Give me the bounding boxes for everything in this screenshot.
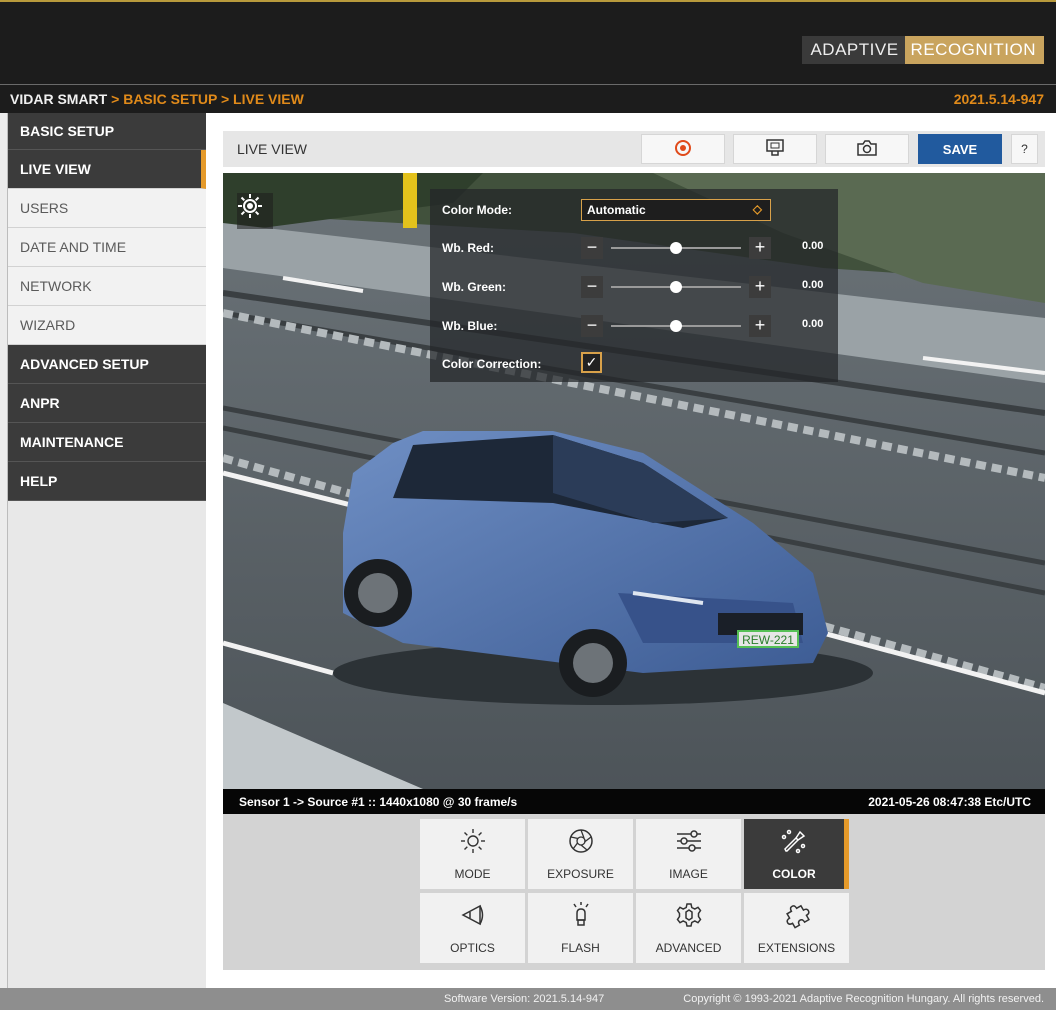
mode-tile-label: MODE xyxy=(454,867,491,881)
mode-tile-label: FLASH xyxy=(561,941,600,955)
mode-tile-label: OPTICS xyxy=(450,941,495,955)
camera-icon xyxy=(856,139,878,160)
wb-red-slider-thumb[interactable] xyxy=(670,242,682,254)
flash-bulb-icon xyxy=(528,901,633,929)
breadcrumb-bar: VIDAR SMART > BASIC SETUP > LIVE VIEW 20… xyxy=(0,84,1056,113)
select-chevron-icon: ◇ xyxy=(752,202,762,216)
save-button[interactable]: SAVE xyxy=(918,134,1002,164)
color-mode-select[interactable]: Automatic ◇ xyxy=(581,199,771,221)
puzzle-icon xyxy=(744,901,849,929)
color-mode-value: Automatic xyxy=(587,203,646,217)
color-picker-icon xyxy=(744,827,844,855)
sidebar-item-date-and-time[interactable]: DATE AND TIME xyxy=(8,228,206,267)
fullscreen-button[interactable] xyxy=(733,134,817,164)
stream-timestamp: 2021-05-26 08:47:38 Etc/UTC xyxy=(868,795,1031,809)
wb-blue-label: Wb. Blue: xyxy=(442,319,498,333)
sidebar-item-anpr[interactable]: ANPR xyxy=(8,384,206,423)
wb-blue-slider-thumb[interactable] xyxy=(670,320,682,332)
breadcrumb-separator: > xyxy=(217,91,234,107)
company-logo: ADAPTIVE RECOGNITION xyxy=(802,36,1044,64)
lens-icon xyxy=(420,901,525,929)
color-correction-label: Color Correction: xyxy=(442,357,542,371)
sliders-icon xyxy=(636,827,741,855)
breadcrumb-root[interactable]: VIDAR SMART xyxy=(10,91,107,107)
breadcrumb-separator: > xyxy=(107,91,124,107)
wb-green-label: Wb. Green: xyxy=(442,280,507,294)
wb-blue-increase-button[interactable]: + xyxy=(749,315,771,337)
license-plate: REW-221 xyxy=(742,633,794,647)
wb-red-decrease-button[interactable]: − xyxy=(581,237,603,259)
sidebar-nav: BASIC SETUP LIVE VIEW USERS DATE AND TIM… xyxy=(7,113,206,988)
snapshot-button[interactable] xyxy=(825,134,909,164)
wb-green-decrease-button[interactable]: − xyxy=(581,276,603,298)
page-title: LIVE VIEW xyxy=(237,141,308,157)
fullscreen-icon xyxy=(764,138,786,161)
record-button[interactable] xyxy=(641,134,725,164)
mode-tile-advanced[interactable]: ADVANCED xyxy=(636,893,741,963)
live-view-toolbar: LIVE VIEW SAVE ? xyxy=(223,131,1045,167)
cog-icon xyxy=(636,901,741,929)
breadcrumb: VIDAR SMART > BASIC SETUP > LIVE VIEW xyxy=(10,91,304,107)
mode-tile-label: IMAGE xyxy=(669,867,708,881)
record-icon xyxy=(674,139,692,160)
mode-tile-label: EXPOSURE xyxy=(547,867,614,881)
mode-tile-optics[interactable]: OPTICS xyxy=(420,893,525,963)
sidebar-item-users[interactable]: USERS xyxy=(8,189,206,228)
sidebar-item-help[interactable]: HELP xyxy=(8,462,206,501)
wb-red-label: Wb. Red: xyxy=(442,241,494,255)
brightness-toggle-button[interactable] xyxy=(237,193,273,229)
stream-status-bar: Sensor 1 -> Source #1 :: 1440x1080 @ 30 … xyxy=(223,789,1045,814)
mode-tile-image[interactable]: IMAGE xyxy=(636,819,741,889)
mode-tile-mode[interactable]: MODE xyxy=(420,819,525,889)
wb-blue-value: 0.00 xyxy=(802,318,824,330)
sidebar-item-wizard[interactable]: WIZARD xyxy=(8,306,206,345)
mode-tile-color[interactable]: COLOR xyxy=(744,819,849,889)
top-header: ADAPTIVE RECOGNITION xyxy=(0,0,1056,84)
wb-red-slider[interactable] xyxy=(611,242,741,254)
breadcrumb-live-view: LIVE VIEW xyxy=(233,91,304,107)
software-version: Software Version: 2021.5.14-947 xyxy=(444,993,605,1005)
logo-text-recognition: RECOGNITION xyxy=(904,36,1044,64)
stream-source-info: Sensor 1 -> Source #1 :: 1440x1080 @ 30 … xyxy=(239,795,518,809)
wb-green-value: 0.00 xyxy=(802,279,824,291)
sidebar-item-live-view[interactable]: LIVE VIEW xyxy=(8,150,206,189)
sidebar-item-maintenance[interactable]: MAINTENANCE xyxy=(8,423,206,462)
wb-green-slider-thumb[interactable] xyxy=(670,281,682,293)
sidebar-item-basic-setup[interactable]: BASIC SETUP xyxy=(8,113,206,150)
wb-blue-decrease-button[interactable]: − xyxy=(581,315,603,337)
wb-blue-slider-row: − + 0.00 xyxy=(581,315,831,337)
firmware-version: 2021.5.14-947 xyxy=(953,91,1044,107)
color-correction-checkbox[interactable]: ✓ xyxy=(581,352,602,373)
copyright-notice: Copyright © 1993-2021 Adaptive Recogniti… xyxy=(683,993,1044,1005)
wb-green-increase-button[interactable]: + xyxy=(749,276,771,298)
wb-green-slider[interactable] xyxy=(611,281,741,293)
checkmark-icon: ✓ xyxy=(585,354,598,370)
wb-green-slider-row: − + 0.00 xyxy=(581,276,831,298)
page-footer: Software Version: 2021.5.14-947 Copyrigh… xyxy=(0,988,1056,1010)
wb-red-value: 0.00 xyxy=(802,240,824,252)
mode-tile-extensions[interactable]: EXTENSIONS xyxy=(744,893,849,963)
sidebar-item-advanced-setup[interactable]: ADVANCED SETUP xyxy=(8,345,206,384)
sun-icon xyxy=(420,827,525,855)
mode-tile-flash[interactable]: FLASH xyxy=(528,893,633,963)
wb-red-increase-button[interactable]: + xyxy=(749,237,771,259)
breadcrumb-basic-setup[interactable]: BASIC SETUP xyxy=(123,91,217,107)
sidebar-item-network[interactable]: NETWORK xyxy=(8,267,206,306)
wb-blue-slider[interactable] xyxy=(611,320,741,332)
mode-tile-label: EXTENSIONS xyxy=(757,941,836,955)
help-button[interactable]: ? xyxy=(1011,134,1038,164)
mode-tile-label: ADVANCED xyxy=(655,941,722,955)
live-camera-view[interactable]: REW-221 Color Mode: Automatic ◇ Wb. Red:… xyxy=(223,173,1045,789)
mode-tile-exposure[interactable]: EXPOSURE xyxy=(528,819,633,889)
mode-tile-label: COLOR xyxy=(772,867,816,881)
logo-text-adaptive: ADAPTIVE xyxy=(802,36,905,64)
settings-mode-grid: MODE EXPOSURE IMAGE COLOR OPTICS FLASH A… xyxy=(223,814,1045,970)
aperture-icon xyxy=(528,827,633,855)
color-settings-panel: Color Mode: Automatic ◇ Wb. Red: − + 0.0… xyxy=(430,189,838,382)
color-mode-label: Color Mode: xyxy=(442,203,512,217)
wb-red-slider-row: − + 0.00 xyxy=(581,237,831,259)
